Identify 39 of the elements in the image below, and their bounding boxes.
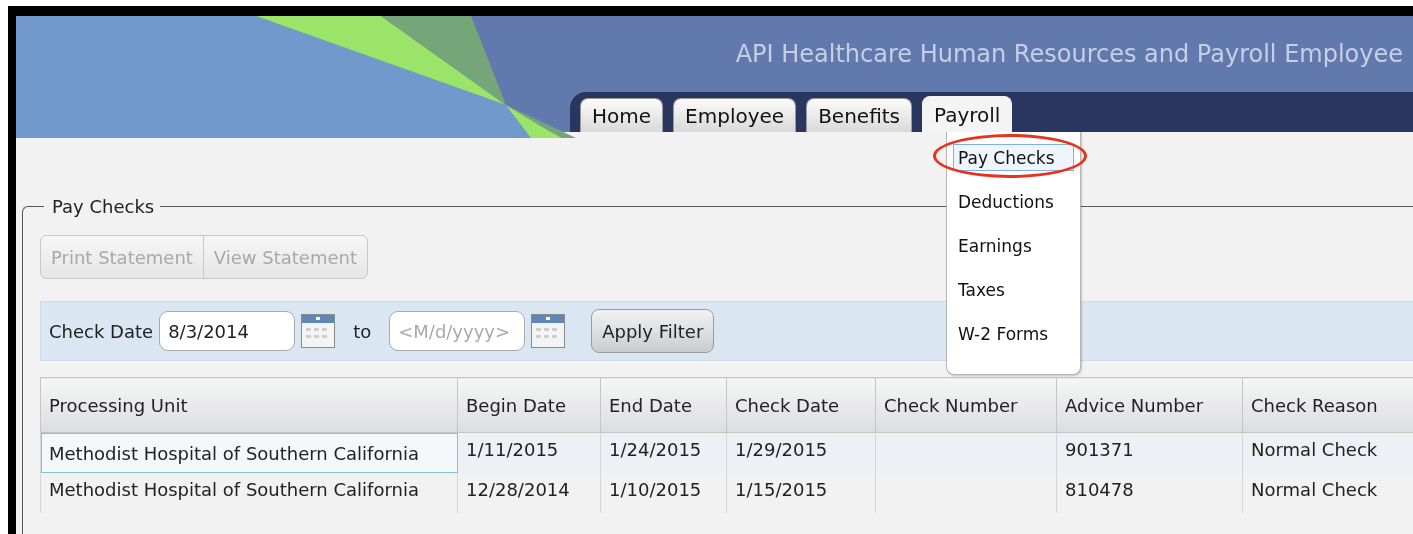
column-header[interactable]: Processing Unit bbox=[40, 377, 458, 433]
menu-item[interactable]: Pay Checks bbox=[953, 144, 1074, 171]
date-input-field[interactable]: 8/3/2014 bbox=[159, 311, 296, 351]
nav-tab[interactable]: Benefits bbox=[806, 98, 912, 132]
table-row[interactable]: Methodist Hospital of Southern California 1/11/2015 1/24/2015 1/29/2015 901371 Normal Check bbox=[40, 432, 1413, 473]
table-cell: 901371 bbox=[1065, 439, 1134, 460]
menu-item[interactable]: Taxes bbox=[953, 276, 1074, 303]
table-row[interactable]: Methodist Hospital of Southern California 12/28/2014 1/10/2015 1/15/2015 810478 Normal Check bbox=[40, 472, 1413, 513]
table-cell: Methodist Hospital of Southern California bbox=[49, 478, 419, 500]
nav-tab[interactable]: Home bbox=[580, 98, 664, 132]
table-cell: 1/11/2015 bbox=[466, 439, 559, 460]
table-cell: 1/10/2015 bbox=[609, 478, 702, 500]
nav-tab[interactable]: Employee bbox=[673, 98, 797, 132]
panel-title: Pay Checks bbox=[51, 196, 156, 217]
calendar-icon[interactable] bbox=[531, 314, 566, 348]
column-header[interactable]: Begin Date bbox=[457, 377, 601, 433]
app-title: API Healthcare Human Resources and Payroll Employee bbox=[735, 40, 1403, 68]
nav-tab[interactable]: Payroll bbox=[922, 96, 1013, 132]
table-cell: Methodist Hospital of Southern California bbox=[49, 443, 419, 464]
table-cell: Normal Check bbox=[1251, 478, 1378, 500]
column-header[interactable]: Check Date bbox=[726, 377, 876, 433]
range-label: to bbox=[353, 320, 372, 342]
apply-filter-button[interactable]: Apply Filter bbox=[591, 309, 715, 353]
table-cell: Normal Check bbox=[1251, 439, 1378, 460]
column-header[interactable]: Advice Number bbox=[1056, 377, 1243, 433]
table-cell: 12/28/2014 bbox=[466, 478, 570, 500]
column-header[interactable]: Check Number bbox=[875, 377, 1057, 433]
table-cell: 810478 bbox=[1065, 478, 1134, 500]
date-input-field[interactable]: <M/d/yyyy> bbox=[389, 311, 526, 351]
table-cell: 1/15/2015 bbox=[735, 478, 828, 500]
column-header[interactable]: End Date bbox=[600, 377, 727, 433]
column-header[interactable]: Check Reason bbox=[1242, 377, 1413, 433]
filter-label: Check Date bbox=[49, 320, 154, 342]
table-cell: 1/24/2015 bbox=[609, 439, 702, 460]
menu-item[interactable]: Deductions bbox=[953, 188, 1074, 215]
table-cell: 1/29/2015 bbox=[735, 439, 828, 460]
menu-item[interactable]: Earnings bbox=[953, 232, 1074, 259]
menu-item[interactable]: W-2 Forms bbox=[953, 320, 1074, 347]
calendar-icon[interactable] bbox=[301, 314, 336, 348]
